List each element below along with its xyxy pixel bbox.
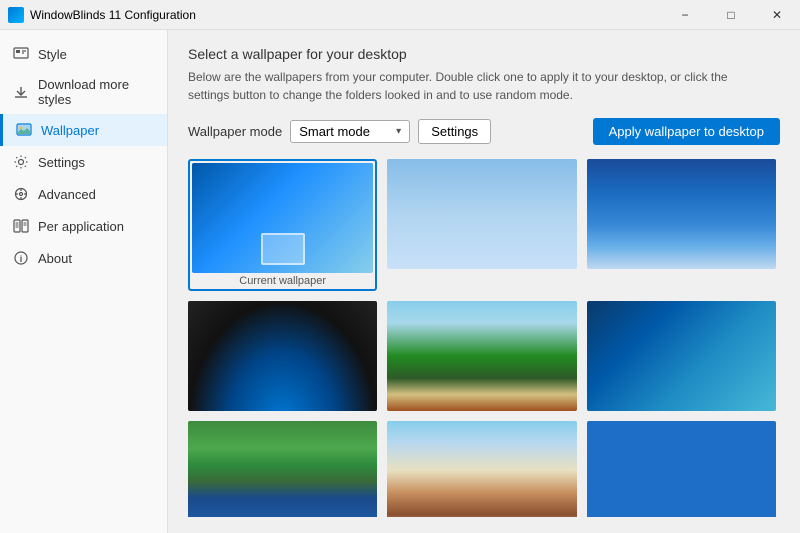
mode-value: Smart mode bbox=[299, 124, 370, 139]
sidebar-item-wallpaper[interactable]: Wallpaper bbox=[0, 114, 167, 146]
toolbar-left: Wallpaper mode Smart mode ▾ Settings bbox=[188, 119, 491, 144]
sidebar-item-label-style: Style bbox=[38, 47, 67, 62]
mode-select[interactable]: Smart mode ▾ bbox=[290, 120, 410, 143]
wallpaper-image-7 bbox=[188, 421, 377, 517]
close-button[interactable]: ✕ bbox=[754, 0, 800, 30]
titlebar-title: WindowBlinds 11 Configuration bbox=[30, 8, 196, 22]
sidebar-item-label-perapplication: Per application bbox=[38, 219, 124, 234]
wallpaper-item-6[interactable] bbox=[587, 301, 776, 411]
wallpaper-item-7[interactable] bbox=[188, 421, 377, 517]
wallpaper-thumbnail-2 bbox=[387, 159, 576, 269]
sidebar-item-label-settings: Settings bbox=[38, 155, 85, 170]
wallpaper-image-6 bbox=[587, 301, 776, 411]
wallpaper-grid-container[interactable]: Current wallpaper bbox=[188, 159, 780, 517]
sidebar-item-label-download: Download more styles bbox=[38, 77, 155, 107]
app-icon bbox=[8, 7, 24, 23]
settings-icon bbox=[12, 153, 30, 171]
advanced-icon bbox=[12, 185, 30, 203]
wallpaper-item-3[interactable] bbox=[587, 159, 776, 291]
wallpaper-icon bbox=[15, 121, 33, 139]
toolbar-row: Wallpaper mode Smart mode ▾ Settings App… bbox=[188, 118, 780, 145]
wallpaper-thumbnail-1 bbox=[192, 163, 373, 273]
main-layout: Style Download more styles bbox=[0, 30, 800, 533]
wallpaper-thumbnail-6 bbox=[587, 301, 776, 411]
wallpaper-image-9 bbox=[587, 421, 776, 517]
svg-text:i: i bbox=[20, 254, 23, 264]
wallpaper-item-9[interactable] bbox=[587, 421, 776, 517]
wallpaper-thumbnail-4 bbox=[188, 301, 377, 411]
content-area: Select a wallpaper for your desktop Belo… bbox=[168, 30, 800, 533]
wallpaper-item-2[interactable] bbox=[387, 159, 576, 291]
wallpaper-thumbnail-5 bbox=[387, 301, 576, 411]
sidebar-item-label-advanced: Advanced bbox=[38, 187, 96, 202]
page-title: Select a wallpaper for your desktop bbox=[188, 46, 780, 62]
wallpaper-item-1[interactable]: Current wallpaper bbox=[188, 159, 377, 291]
about-icon: i bbox=[12, 249, 30, 267]
minimize-button[interactable]: − bbox=[662, 0, 708, 30]
wallpaper-thumbnail-7 bbox=[188, 421, 377, 517]
wallpaper-image-8 bbox=[387, 421, 576, 517]
style-icon bbox=[12, 45, 30, 63]
sidebar-item-label-about: About bbox=[38, 251, 72, 266]
wallpaper-caption-1: Current wallpaper bbox=[192, 275, 373, 287]
sidebar-item-perapplication[interactable]: Per application bbox=[0, 210, 167, 242]
wallpaper-item-8[interactable] bbox=[387, 421, 576, 517]
sidebar-item-about[interactable]: i About bbox=[0, 242, 167, 274]
wallpaper-image-1 bbox=[192, 163, 373, 273]
wallpaper-image-4 bbox=[188, 301, 377, 411]
sidebar-item-settings[interactable]: Settings bbox=[0, 146, 167, 178]
titlebar: WindowBlinds 11 Configuration − □ ✕ bbox=[0, 0, 800, 30]
wallpaper-grid: Current wallpaper bbox=[188, 159, 776, 517]
wallpaper-thumbnail-9 bbox=[587, 421, 776, 517]
mode-label: Wallpaper mode bbox=[188, 124, 282, 139]
sidebar-item-label-wallpaper: Wallpaper bbox=[41, 123, 99, 138]
wallpaper-image-5 bbox=[387, 301, 576, 411]
wallpaper-thumbnail-3 bbox=[587, 159, 776, 269]
sidebar-item-style[interactable]: Style bbox=[0, 38, 167, 70]
wallpaper-item-4[interactable] bbox=[188, 301, 377, 411]
wallpaper-image-2 bbox=[387, 159, 576, 269]
download-icon bbox=[12, 83, 30, 101]
maximize-button[interactable]: □ bbox=[708, 0, 754, 30]
sidebar: Style Download more styles bbox=[0, 30, 168, 533]
content-description: Below are the wallpapers from your compu… bbox=[188, 68, 728, 104]
chevron-down-icon: ▾ bbox=[396, 126, 401, 137]
titlebar-left: WindowBlinds 11 Configuration bbox=[8, 7, 196, 23]
sidebar-item-download[interactable]: Download more styles bbox=[0, 70, 167, 114]
perapplication-icon bbox=[12, 217, 30, 235]
wallpaper-item-5[interactable] bbox=[387, 301, 576, 411]
wallpaper-image-3 bbox=[587, 159, 776, 269]
titlebar-buttons: − □ ✕ bbox=[662, 0, 800, 30]
settings-button[interactable]: Settings bbox=[418, 119, 491, 144]
sidebar-item-advanced[interactable]: Advanced bbox=[0, 178, 167, 210]
apply-wallpaper-button[interactable]: Apply wallpaper to desktop bbox=[593, 118, 780, 145]
wallpaper-thumbnail-8 bbox=[387, 421, 576, 517]
